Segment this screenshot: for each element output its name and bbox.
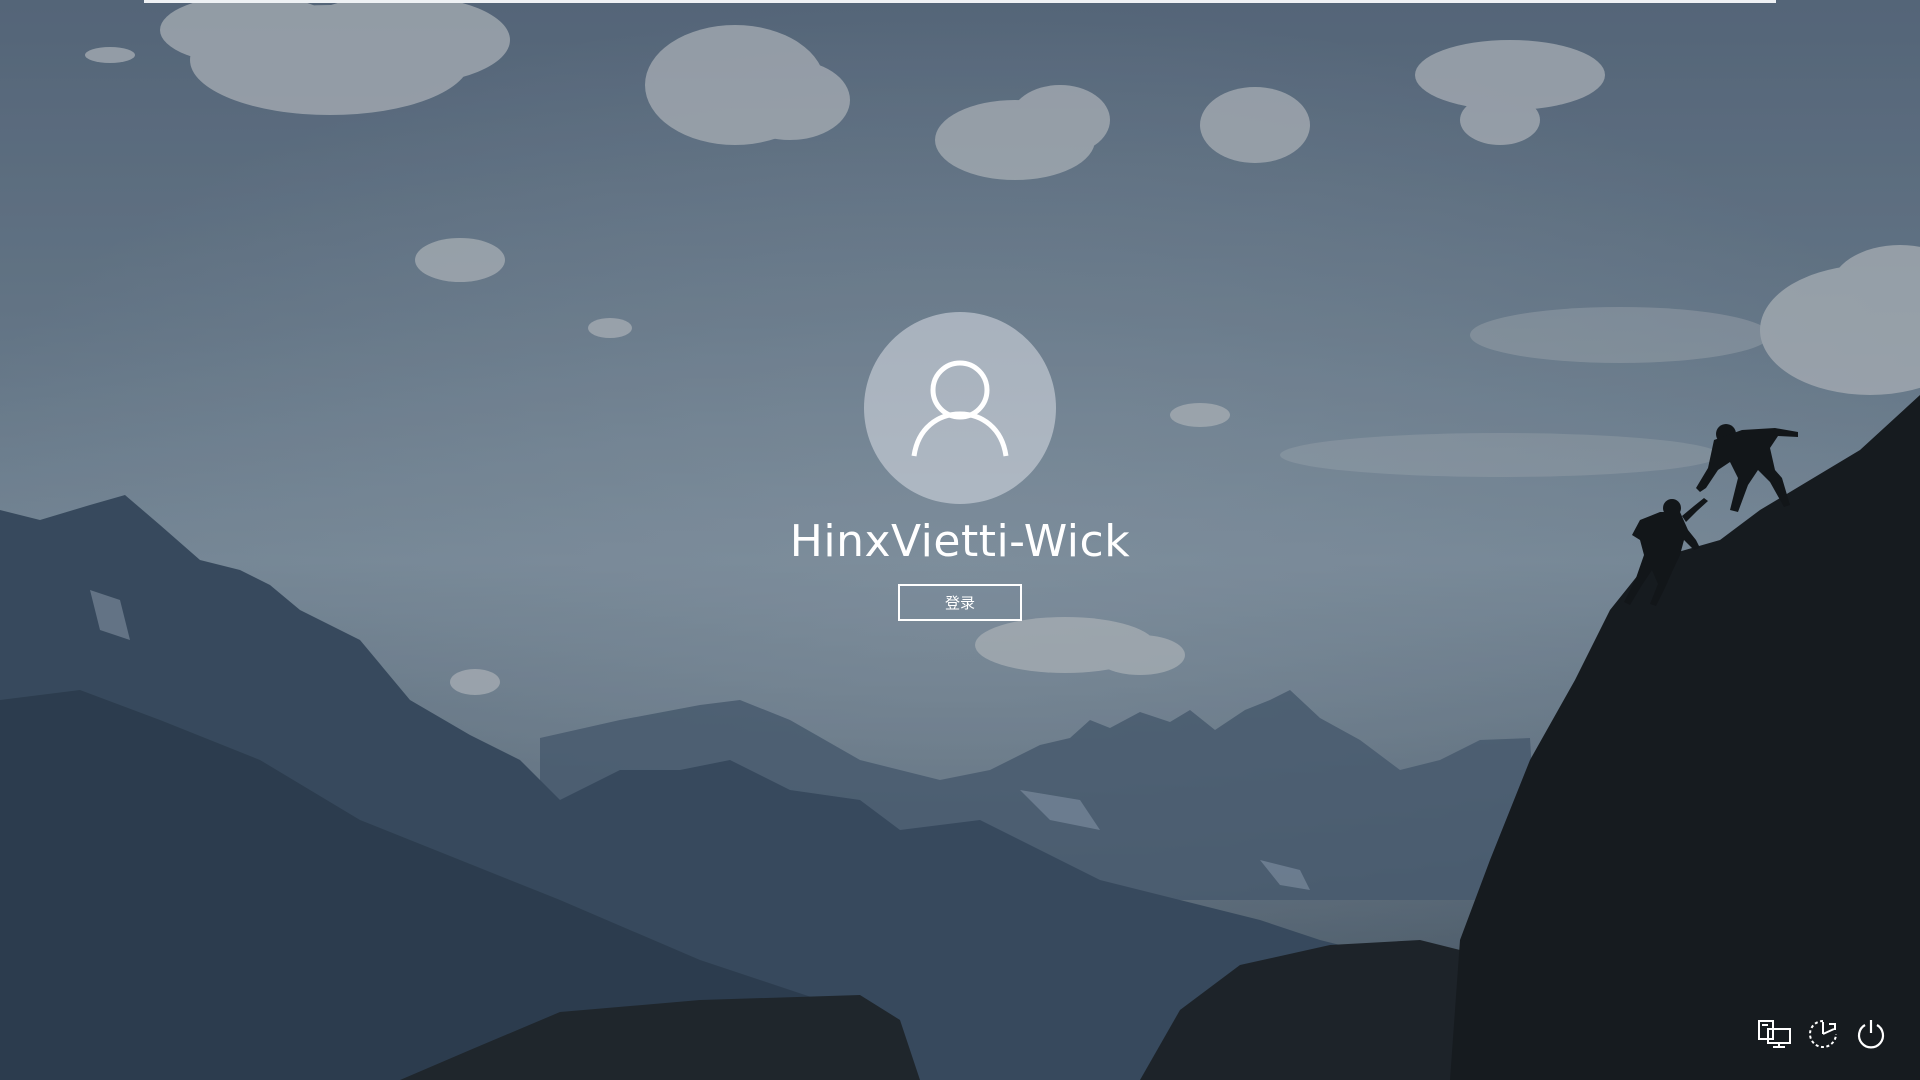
login-panel: HinxVietti-Wick 登录	[660, 312, 1260, 632]
power-icon	[1857, 1020, 1885, 1049]
ease-of-access-button[interactable]	[1800, 1012, 1846, 1056]
user-name: HinxVietti-Wick	[789, 516, 1131, 567]
power-button[interactable]	[1848, 1012, 1894, 1056]
lock-screen: HinxVietti-Wick 登录	[0, 0, 1920, 1080]
user-icon	[911, 360, 1009, 457]
network-icon	[1758, 1020, 1791, 1048]
ease-of-access-icon	[1809, 1020, 1837, 1048]
user-avatar	[864, 312, 1056, 504]
network-button[interactable]	[1752, 1012, 1798, 1056]
sign-in-button[interactable]: 登录	[898, 584, 1022, 621]
top-highlight-bar	[144, 0, 1776, 3]
